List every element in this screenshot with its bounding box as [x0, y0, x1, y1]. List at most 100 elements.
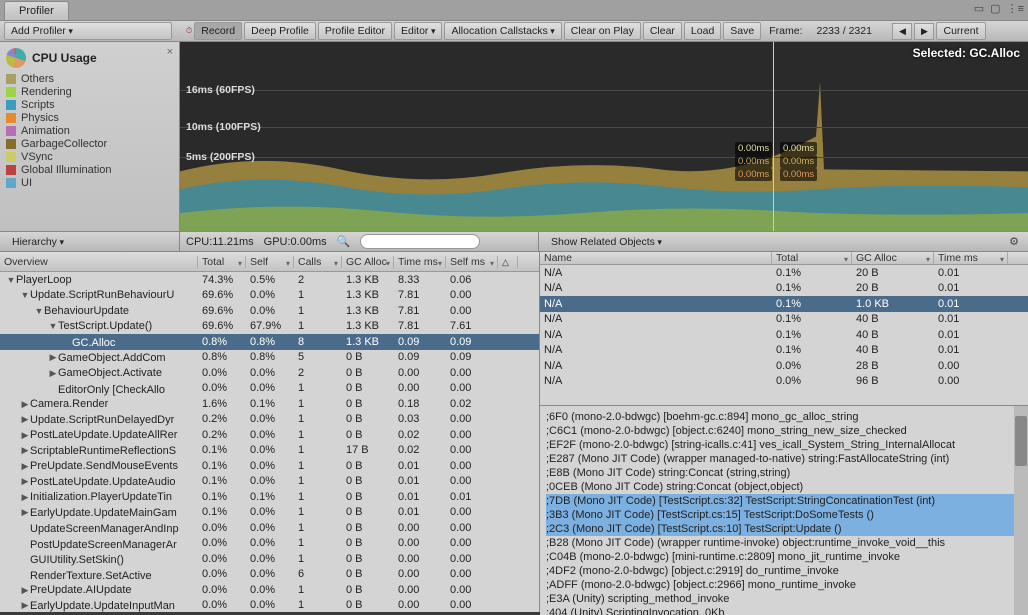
callstack-line[interactable]: ;E8B (Mono JIT Code) string:Concat (stri…	[546, 466, 1022, 480]
disclosure-icon[interactable]: ▶	[48, 368, 58, 379]
tree-row[interactable]: RenderTexture.SetActive0.0%0.0%60 B0.000…	[0, 567, 539, 583]
disclosure-icon[interactable]: ▶	[20, 600, 30, 611]
disclosure-icon[interactable]: ▶	[20, 507, 30, 518]
tree-row[interactable]: ▶ScriptableRuntimeReflectionS0.1%0.0%117…	[0, 443, 539, 459]
disclosure-icon[interactable]: ▼	[20, 290, 30, 300]
menu-icon[interactable]: ⋮≡	[1007, 2, 1024, 15]
tree-row[interactable]: ▼Update.ScriptRunBehaviourU69.6%0.0%11.3…	[0, 288, 539, 304]
column-header[interactable]: Time ms▾	[934, 252, 1008, 264]
profile-editor-button[interactable]: Profile Editor	[318, 22, 392, 40]
callstack-line[interactable]: ;7DB (Mono JIT Code) [TestScript.cs:32] …	[546, 494, 1022, 508]
related-row[interactable]: N/A0.1%20 B0.01	[540, 265, 1028, 281]
record-button[interactable]: Record	[194, 22, 242, 40]
related-row[interactable]: N/A0.1%20 B0.01	[540, 281, 1028, 297]
tree-row[interactable]: ▶PostLateUpdate.UpdateAllRer0.2%0.0%10 B…	[0, 427, 539, 443]
disclosure-icon[interactable]: ▶	[48, 352, 58, 363]
tree-row[interactable]: ▶Update.ScriptRunDelayedDyr0.2%0.0%10 B0…	[0, 412, 539, 428]
tree-row[interactable]: ▶GameObject.AddCom0.8%0.8%50 B0.090.09	[0, 350, 539, 366]
legend-item[interactable]: Others	[6, 72, 173, 85]
callstack-line[interactable]: ;404 (Unity) ScriptingInvocation..0Kb	[546, 606, 1022, 615]
show-related-dropdown[interactable]: Show Related Objects	[545, 234, 668, 250]
tree-row[interactable]: PostUpdateScreenManagerAr0.0%0.0%10 B0.0…	[0, 536, 539, 552]
deep-profile-button[interactable]: Deep Profile	[244, 22, 316, 40]
disclosure-icon[interactable]: ▶	[20, 399, 30, 410]
related-row[interactable]: N/A0.1%40 B0.01	[540, 312, 1028, 328]
related-row[interactable]: N/A0.1%40 B0.01	[540, 327, 1028, 343]
profiler-tab[interactable]: Profiler	[4, 1, 69, 20]
callstack-line[interactable]: ;C04B (mono-2.0-bdwgc) [mini-runtime.c:2…	[546, 550, 1022, 564]
legend-item[interactable]: VSync	[6, 150, 173, 163]
disclosure-icon[interactable]: ▼	[34, 306, 44, 316]
related-row[interactable]: N/A0.0%96 B0.00	[540, 374, 1028, 390]
callstack-line[interactable]: ;ADFF (mono-2.0-bdwgc) [object.c:2966] m…	[546, 578, 1022, 592]
max-icon[interactable]: ▢	[990, 2, 1000, 15]
disclosure-icon[interactable]: ▼	[48, 321, 58, 331]
gear-icon[interactable]: ⚙	[1006, 234, 1022, 250]
callstack-line[interactable]: ;EF2F (mono-2.0-bdwgc) [string-icalls.c:…	[546, 438, 1022, 452]
disclosure-icon[interactable]: ▶	[20, 461, 30, 472]
prev-frame-button[interactable]: ◀	[892, 23, 912, 40]
disclosure-icon[interactable]: ▶	[20, 476, 30, 487]
legend-item[interactable]: GarbageCollector	[6, 137, 173, 150]
disclosure-icon[interactable]: ▼	[6, 275, 16, 285]
search-input[interactable]	[360, 234, 480, 249]
legend-item[interactable]: Physics	[6, 111, 173, 124]
column-header[interactable]: Overview	[0, 256, 198, 268]
hierarchy-dropdown[interactable]: Hierarchy	[6, 234, 173, 250]
legend-item[interactable]: UI	[6, 176, 173, 189]
editor-dropdown[interactable]: Editor	[394, 22, 442, 40]
column-header[interactable]: GC Alloc▾	[342, 256, 394, 268]
related-row[interactable]: N/A0.1%1.0 KB0.01	[540, 296, 1028, 312]
tree-row[interactable]: ▶PreUpdate.AIUpdate0.0%0.0%10 B0.000.00	[0, 582, 539, 598]
add-profiler-dropdown[interactable]: Add Profiler	[4, 22, 172, 40]
disclosure-icon[interactable]: ▶	[20, 414, 30, 425]
callstack-line[interactable]: ;2C3 (Mono JIT Code) [TestScript.cs:10] …	[546, 522, 1022, 536]
callstack-line[interactable]: ;C6C1 (mono-2.0-bdwgc) [object.c:6240] m…	[546, 424, 1022, 438]
column-header[interactable]: GC Alloc▾	[852, 252, 934, 264]
tree-row[interactable]: ▼BehaviourUpdate69.6%0.0%11.3 KB7.810.00	[0, 303, 539, 319]
column-header[interactable]: Total▾	[772, 252, 852, 264]
tree-row[interactable]: GC.Alloc0.8%0.8%81.3 KB0.090.09	[0, 334, 539, 350]
close-icon[interactable]: ×	[167, 46, 173, 58]
disclosure-icon[interactable]: ▶	[20, 585, 30, 596]
load-button[interactable]: Load	[684, 22, 721, 40]
next-frame-button[interactable]: ▶	[914, 23, 934, 40]
column-header[interactable]: Calls▾	[294, 256, 342, 268]
alloc-callstacks-dropdown[interactable]: Allocation Callstacks	[444, 22, 561, 40]
legend-item[interactable]: Global Illumination	[6, 163, 173, 176]
legend-item[interactable]: Animation	[6, 124, 173, 137]
tree-row[interactable]: ▶Initialization.PlayerUpdateTin0.1%0.1%1…	[0, 489, 539, 505]
clear-button[interactable]: Clear	[643, 22, 682, 40]
callstack-line[interactable]: ;0CEB (Mono JIT Code) string:Concat (obj…	[546, 480, 1022, 494]
related-row[interactable]: N/A0.1%40 B0.01	[540, 343, 1028, 359]
tree-row[interactable]: EditorOnly [CheckAllo0.0%0.0%10 B0.000.0…	[0, 381, 539, 397]
clear-on-play-button[interactable]: Clear on Play	[564, 22, 641, 40]
sort-indicator[interactable]: △	[498, 256, 518, 268]
tree-row[interactable]: ▶GameObject.Activate0.0%0.0%20 B0.000.00	[0, 365, 539, 381]
column-header[interactable]: Name	[540, 252, 772, 264]
legend-item[interactable]: Rendering	[6, 85, 173, 98]
column-header[interactable]: Self ms▾	[446, 256, 498, 268]
legend-item[interactable]: Scripts	[6, 98, 173, 111]
related-body[interactable]: N/A0.1%20 B0.01N/A0.1%20 B0.01N/A0.1%1.0…	[540, 265, 1028, 405]
disclosure-icon[interactable]: ▶	[20, 492, 30, 503]
tree-row[interactable]: UpdateScreenManagerAndInp0.0%0.0%10 B0.0…	[0, 520, 539, 536]
tree-row[interactable]: ▶EarlyUpdate.UpdateInputMan0.0%0.0%10 B0…	[0, 598, 539, 613]
current-button[interactable]: Current	[936, 22, 985, 40]
disclosure-icon[interactable]: ▶	[20, 445, 30, 456]
callstack-line[interactable]: ;3B3 (Mono JIT Code) [TestScript.cs:15] …	[546, 508, 1022, 522]
tree-row[interactable]: ▶Camera.Render1.6%0.1%10 B0.180.02	[0, 396, 539, 412]
tree-row[interactable]: ▼PlayerLoop74.3%0.5%21.3 KB8.330.06	[0, 272, 539, 288]
column-header[interactable]: Time ms▾	[394, 256, 446, 268]
column-header[interactable]: Self▾	[246, 256, 294, 268]
tree-row[interactable]: ▼TestScript.Update()69.6%67.9%11.3 KB7.8…	[0, 319, 539, 335]
tree-row[interactable]: ▶PreUpdate.SendMouseEvents0.1%0.0%10 B0.…	[0, 458, 539, 474]
callstack-line[interactable]: ;B28 (Mono JIT Code) (wrapper runtime-in…	[546, 536, 1022, 550]
callstack-line[interactable]: ;6F0 (mono-2.0-bdwgc) [boehm-gc.c:894] m…	[546, 410, 1022, 424]
hierarchy-body[interactable]: ▼PlayerLoop74.3%0.5%21.3 KB8.330.06▼Upda…	[0, 272, 539, 612]
tree-row[interactable]: ▶EarlyUpdate.UpdateMainGam0.1%0.0%10 B0.…	[0, 505, 539, 521]
min-icon[interactable]: ▭	[974, 2, 984, 15]
related-row[interactable]: N/A0.0%28 B0.00	[540, 358, 1028, 374]
tree-row[interactable]: GUIUtility.SetSkin()0.0%0.0%10 B0.000.00	[0, 551, 539, 567]
callstack-line[interactable]: ;E287 (Mono JIT Code) (wrapper managed-t…	[546, 452, 1022, 466]
